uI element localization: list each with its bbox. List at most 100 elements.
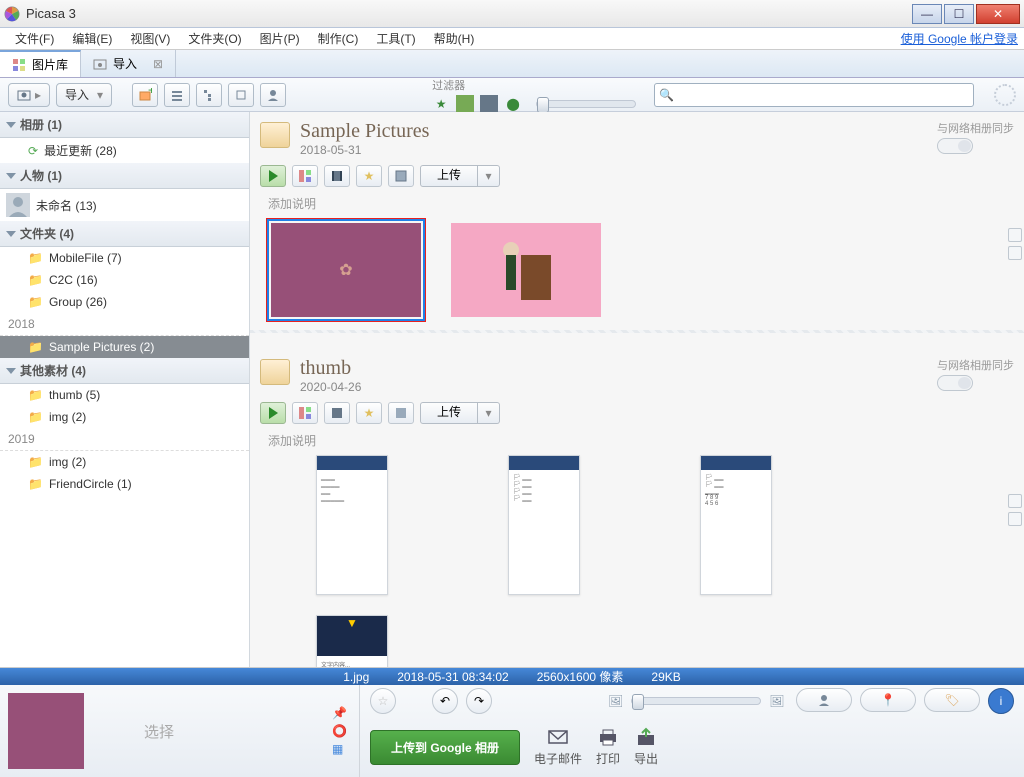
sidebar-img-a[interactable]: 📁img (2) — [0, 406, 249, 428]
view-tree-button[interactable] — [196, 83, 222, 107]
menu-picture[interactable]: 图片(P) — [251, 30, 309, 47]
svg-text:+: + — [148, 88, 152, 97]
menu-tools[interactable]: 工具(T) — [367, 30, 424, 47]
upload-dropdown[interactable]: ▾ — [478, 165, 500, 187]
tab-close-icon[interactable]: ⊠ — [153, 57, 163, 71]
menu-help[interactable]: 帮助(H) — [425, 30, 484, 47]
scroll-pin[interactable] — [1008, 228, 1022, 242]
upload-dropdown[interactable]: ▾ — [478, 402, 500, 424]
star-button[interactable]: ★ — [356, 165, 382, 187]
google-login-link[interactable]: 使用 Google 帐户登录 — [901, 30, 1018, 47]
maximize-button[interactable]: ☐ — [944, 4, 974, 24]
star-toggle[interactable]: ☆ — [370, 688, 396, 714]
sidebar-group[interactable]: 📁Group (26) — [0, 291, 249, 313]
clear-icon[interactable]: ⭕ — [332, 724, 347, 738]
menu-file[interactable]: 文件(F) — [6, 30, 63, 47]
add-album-icon: + — [138, 88, 152, 102]
scroll-pin[interactable] — [1008, 246, 1022, 260]
close-button[interactable]: ✕ — [976, 4, 1020, 24]
import-button[interactable]: 导入 ▾ — [56, 83, 112, 107]
thumbnail-mobile-1[interactable]: ▁▁▁▁▁▁▁▁▁▁▁▁▁▁ — [316, 455, 388, 595]
view-flat-button[interactable] — [228, 83, 254, 107]
menu-edit[interactable]: 编辑(E) — [63, 30, 121, 47]
menu-view[interactable]: 视图(V) — [121, 30, 179, 47]
filter-slider[interactable] — [536, 100, 636, 108]
thumbnail-mobile-4[interactable]: ▼文字内容...更多文字... — [316, 615, 388, 667]
tag-button[interactable]: 🏷 — [924, 688, 980, 712]
print-button[interactable]: 打印 — [596, 727, 620, 767]
sidebar-albums-header[interactable]: 相册 (1) — [0, 112, 249, 138]
thumbnail-mobile-2[interactable]: 🏳 ▁▁🏳 ▁▁🏳 ▁▁🏳 ▁▁ — [508, 455, 580, 595]
scroll-pin[interactable] — [1008, 512, 1022, 526]
menu-make[interactable]: 制作(C) — [309, 30, 368, 47]
save-button[interactable] — [388, 165, 414, 187]
sidebar-sample-pictures[interactable]: 📁Sample Pictures (2) — [0, 336, 249, 358]
album-title[interactable]: thumb — [300, 357, 361, 380]
upload-to-google-button[interactable]: 上传到 Google 相册 — [370, 730, 520, 765]
people-icon — [266, 88, 280, 102]
filter-geo-icon[interactable]: ⬤ — [504, 95, 522, 113]
person-silhouette-icon — [6, 193, 30, 217]
movie-button[interactable] — [324, 165, 350, 187]
menu-folder[interactable]: 文件夹(O) — [179, 30, 250, 47]
geotag-button[interactable]: 📍 — [860, 688, 916, 712]
album-folder-icon[interactable] — [260, 359, 290, 385]
sidebar-folders-header[interactable]: 文件夹 (4) — [0, 221, 249, 247]
sidebar-recent[interactable]: ⟳最近更新 (28) — [0, 138, 249, 163]
album-folder-icon[interactable] — [260, 122, 290, 148]
sidebar-mobilefile[interactable]: 📁MobileFile (7) — [0, 247, 249, 269]
people-button[interactable] — [260, 83, 286, 107]
status-datetime: 2018-05-31 08:34:02 — [397, 670, 508, 684]
sidebar-unnamed-person[interactable]: 未命名 (13) — [0, 189, 249, 221]
filter-movie-icon[interactable] — [480, 95, 498, 113]
star-button[interactable]: ★ — [356, 402, 382, 424]
new-album-button[interactable]: + — [132, 83, 158, 107]
sync-toggle[interactable] — [937, 375, 973, 391]
sidebar-c2c[interactable]: 📁C2C (16) — [0, 269, 249, 291]
album-title[interactable]: Sample Pictures — [300, 120, 429, 143]
thumbnail-mobile-3[interactable]: 🏳 ▁▁🏳 ▁▁▁▁▁7 8 94 5 6 — [700, 455, 772, 595]
search-input[interactable] — [678, 84, 969, 106]
thumbnail-1[interactable]: ✿ — [266, 218, 426, 322]
slideshow-button[interactable] — [260, 165, 286, 187]
sidebar-thumb[interactable]: 📁thumb (5) — [0, 384, 249, 406]
view-list-button[interactable] — [164, 83, 190, 107]
scroll-pin[interactable] — [1008, 494, 1022, 508]
sync-toggle[interactable] — [937, 138, 973, 154]
email-button[interactable]: 电子邮件 — [534, 727, 582, 767]
album-date: 2018-05-31 — [300, 143, 429, 157]
camera-icon — [17, 89, 31, 101]
collage-button[interactable] — [292, 165, 318, 187]
import-source-button[interactable]: ▸ — [8, 83, 50, 107]
tab-library[interactable]: 图片库 — [0, 50, 81, 77]
rotate-left-button[interactable]: ↶ — [432, 688, 458, 714]
tray-thumbnail[interactable] — [8, 693, 84, 769]
minimize-button[interactable]: — — [912, 4, 942, 24]
rotate-right-button[interactable]: ↷ — [466, 688, 492, 714]
add-description[interactable]: 添加说明 — [268, 432, 1014, 449]
collage-button[interactable] — [292, 402, 318, 424]
tab-import-label: 导入 — [113, 55, 137, 72]
tag-people-button[interactable] — [796, 688, 852, 712]
filter-face-icon[interactable] — [456, 95, 474, 113]
search-box[interactable]: 🔍 — [654, 83, 974, 107]
movie-button[interactable] — [324, 402, 350, 424]
sidebar-people-header[interactable]: 人物 (1) — [0, 163, 249, 189]
sidebar-friendcircle[interactable]: 📁FriendCircle (1) — [0, 473, 249, 495]
pin-icon[interactable]: 📌 — [332, 706, 347, 720]
export-button[interactable]: 导出 — [634, 727, 658, 767]
filter-star-icon[interactable]: ★ — [432, 95, 450, 113]
add-to-icon[interactable]: ▦ — [332, 742, 347, 756]
thumbnail-2[interactable] — [446, 218, 606, 322]
save-button[interactable] — [388, 402, 414, 424]
sidebar-img-b[interactable]: 📁img (2) — [0, 451, 249, 473]
slideshow-button[interactable] — [260, 402, 286, 424]
info-button[interactable]: i — [988, 688, 1014, 714]
zoom-slider[interactable] — [631, 697, 761, 705]
add-description[interactable]: 添加说明 — [268, 195, 1014, 212]
upload-button[interactable]: 上传 — [420, 402, 478, 424]
upload-button[interactable]: 上传 — [420, 165, 478, 187]
tab-import[interactable]: 导入 ⊠ — [81, 50, 176, 77]
status-filename: 1.jpg — [343, 670, 369, 684]
sidebar-other-header[interactable]: 其他素材 (4) — [0, 358, 249, 384]
